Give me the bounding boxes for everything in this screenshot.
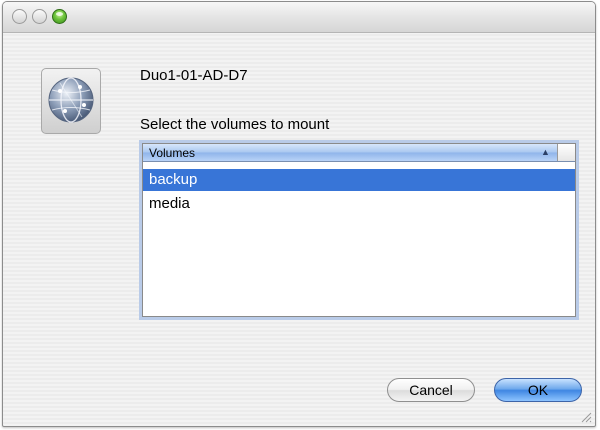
zoom-icon[interactable] (52, 9, 67, 24)
column-header-label: Volumes (149, 146, 196, 160)
close-icon[interactable] (12, 9, 27, 24)
volume-row-backup[interactable]: backup (143, 169, 575, 191)
resize-grip-icon[interactable] (580, 411, 592, 423)
minimize-icon[interactable] (32, 9, 47, 24)
server-name: Duo1-01-AD-D7 (140, 67, 248, 84)
volumes-table[interactable]: Volumes ▲ backup media (142, 143, 576, 317)
title-bar[interactable] (3, 2, 595, 33)
column-header-volumes[interactable]: Volumes ▲ (143, 144, 575, 162)
mount-volumes-dialog: Duo1-01-AD-D7 Select the volumes to moun… (2, 1, 596, 427)
cancel-button[interactable]: Cancel (387, 378, 475, 402)
ok-button[interactable]: OK (494, 378, 582, 402)
volume-row-media[interactable]: media (143, 193, 575, 215)
mount-prompt: Select the volumes to mount (140, 116, 330, 133)
network-globe-icon (41, 68, 101, 134)
header-corner (557, 144, 575, 161)
sort-ascending-icon[interactable]: ▲ (541, 147, 550, 157)
